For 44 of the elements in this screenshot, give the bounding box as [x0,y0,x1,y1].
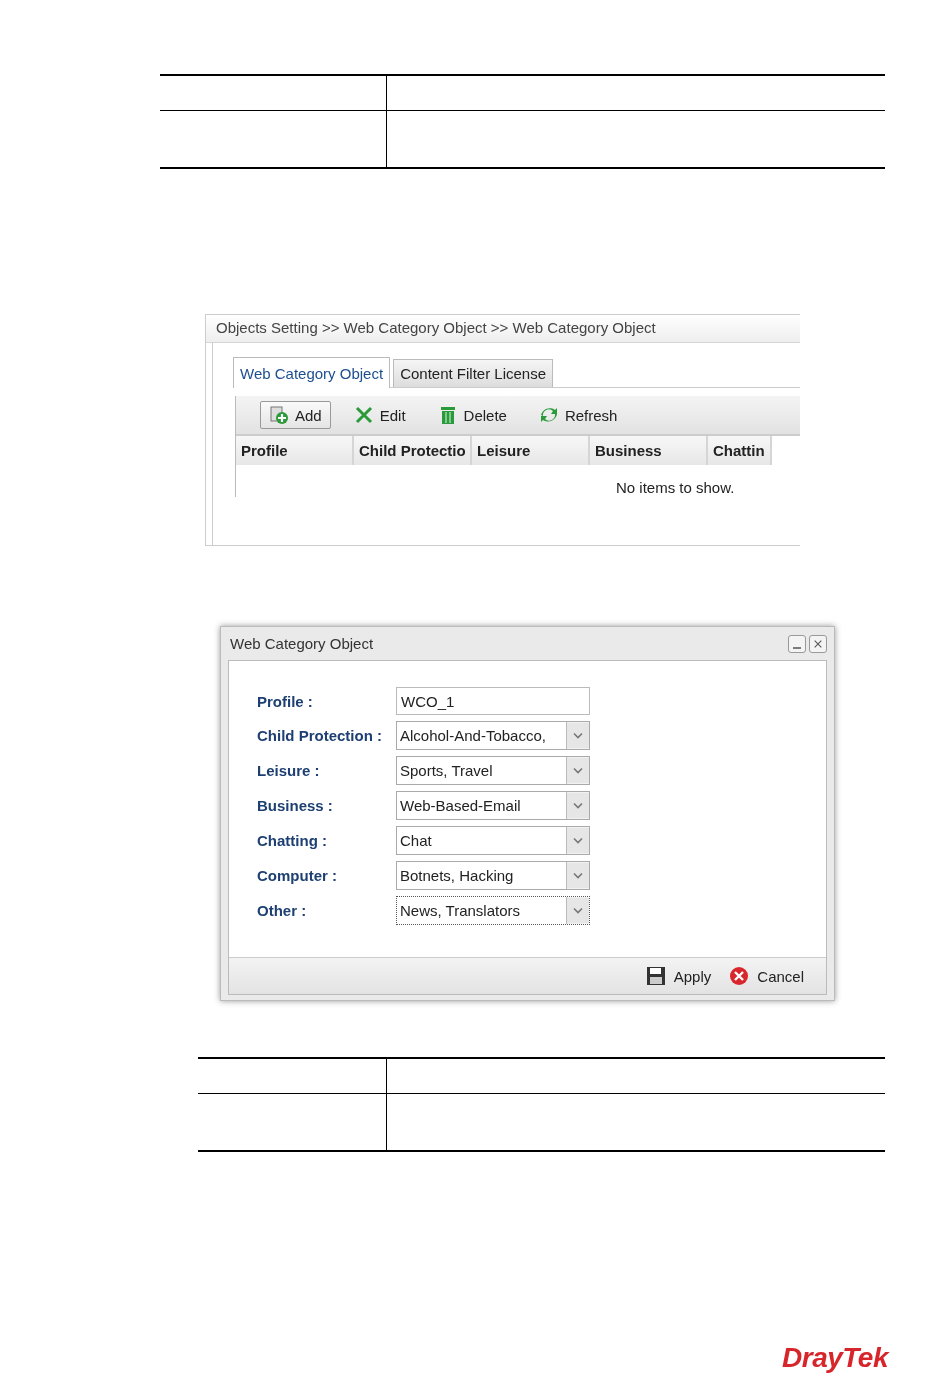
toolbar-button[interactable]: Add [260,401,331,429]
text-field[interactable]: WCO_1 [396,687,590,715]
dropdown-field[interactable]: Alcohol-And-Tobacco, [396,721,590,750]
minimize-button[interactable] [788,634,806,653]
empty-message: No items to show. [616,479,735,496]
toolbar-button[interactable]: Edit [344,401,415,429]
dropdown-field[interactable]: Botnets, Hacking [396,861,590,890]
field-label: Business : [257,797,334,814]
cancel-icon [729,966,750,986]
dropdown-field[interactable]: Sports, Travel [396,756,590,785]
caret-icon [566,722,589,749]
dropdown-field[interactable]: Chat [396,826,590,855]
dropdown-field[interactable]: Web-Based-Email [396,791,590,820]
close-icon [813,638,823,649]
caret-icon [566,792,589,819]
tab[interactable]: Web Category Object [233,357,391,388]
toolbar-button[interactable]: Delete [428,401,516,429]
caret-icon [566,757,589,784]
dialog-title: Web Category Object [230,635,374,652]
brand-logo: DrayTek [782,1342,888,1374]
dropdown-field[interactable]: News, Translators [396,896,590,925]
close-button[interactable] [809,634,827,653]
dialog-button[interactable]: Cancel [727,964,806,988]
column-header[interactable]: Child Protectio [354,436,472,465]
column-header[interactable]: Business [590,436,708,465]
dialog-button[interactable]: Apply [643,964,714,988]
column-header[interactable]: Profile [236,436,354,465]
save-icon [645,966,666,986]
caret-icon [566,897,589,924]
field-label: Leisure : [257,762,321,779]
column-header[interactable]: Leisure [472,436,590,465]
field-label: Profile : [257,692,314,710]
field-label: Chatting : [257,832,328,849]
field-label: Child Protection : [257,727,383,744]
tab[interactable]: Content Filter License [393,359,554,387]
field-label: Computer : [257,867,338,884]
refresh-icon [538,405,559,425]
caret-icon [566,862,589,889]
column-header[interactable]: Chattin [708,436,772,465]
caret-icon [566,827,589,854]
toolbar-button[interactable]: Refresh [529,401,627,429]
add-icon [269,405,289,425]
minimize-icon [793,646,801,649]
field-label: Other : [257,902,308,919]
